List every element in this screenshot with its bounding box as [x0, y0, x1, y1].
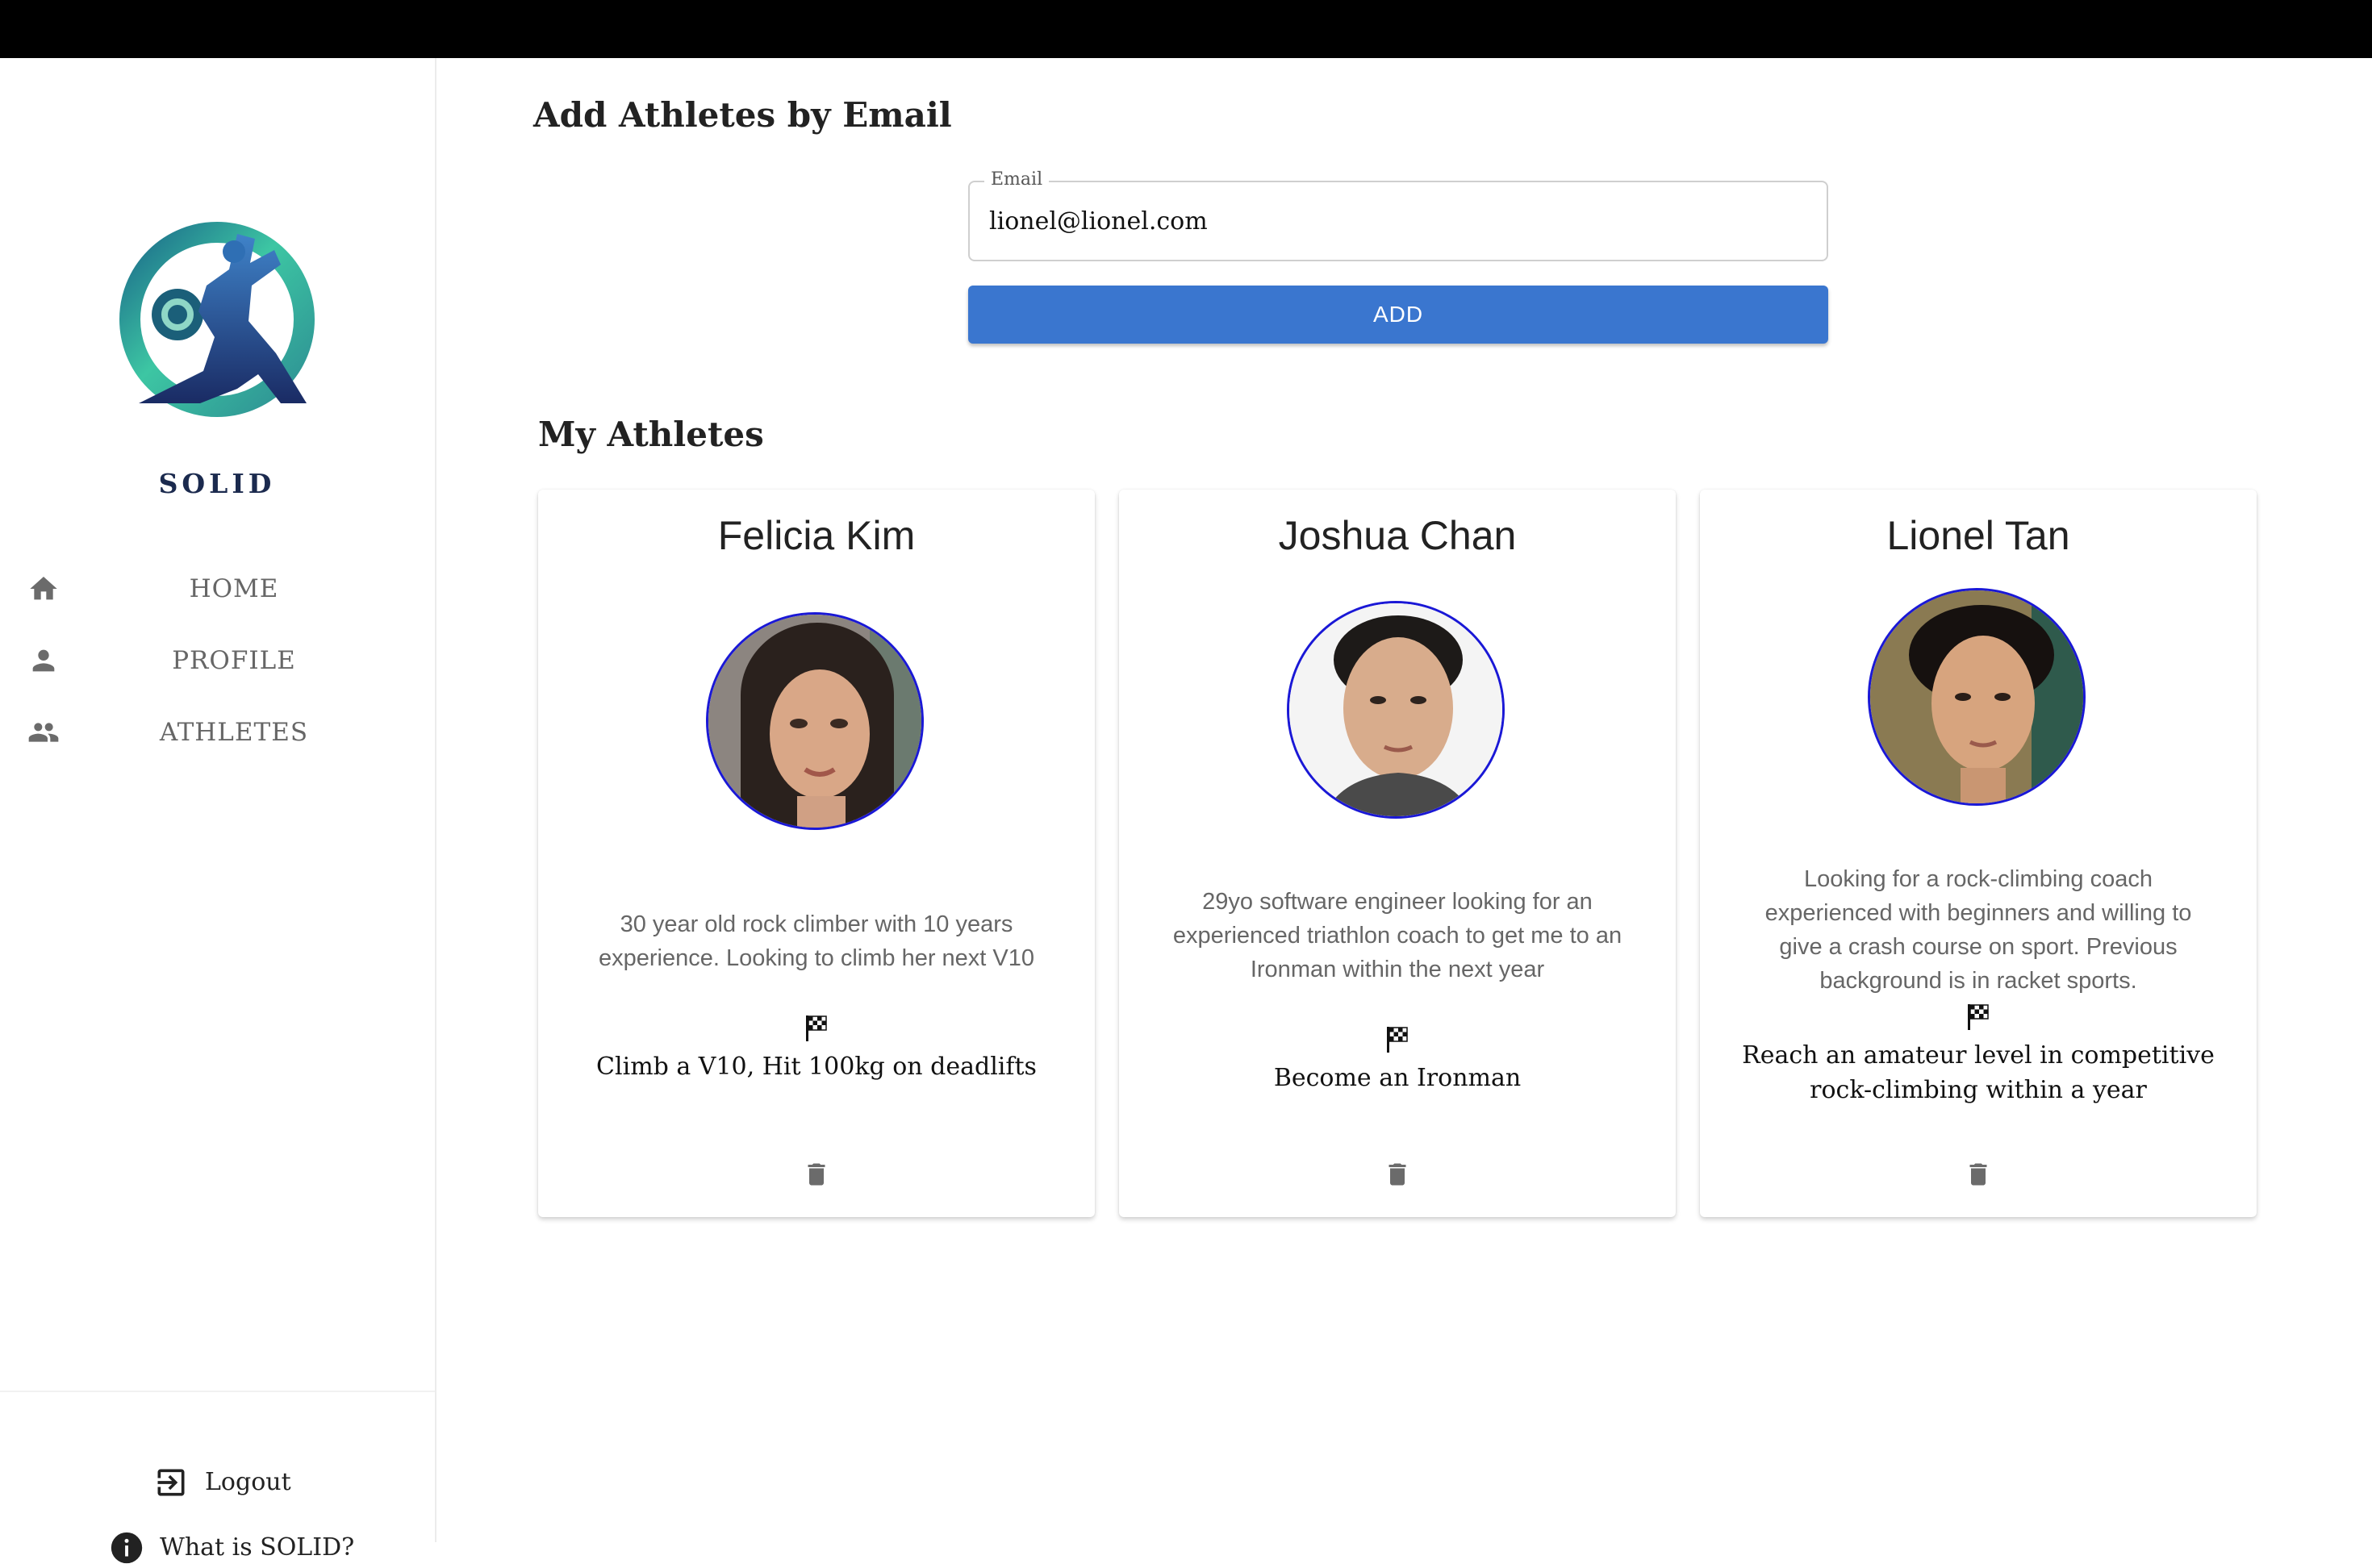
email-label: Email [984, 169, 1050, 190]
nav-item-profile[interactable]: PROFILE [0, 628, 435, 693]
person-icon [32, 649, 55, 672]
athlete-card: Lionel Tan Looking for a rock-climbing c… [1700, 490, 2257, 1217]
avatar [706, 612, 924, 830]
top-bar [0, 0, 2372, 58]
avatar [1868, 588, 2086, 806]
group-icon [28, 723, 59, 742]
add-athlete-button[interactable]: ADD [968, 286, 1828, 344]
sidebar-divider [0, 1391, 435, 1392]
athlete-photo [1870, 590, 2083, 803]
home-icon [30, 577, 57, 600]
brand-logo[interactable]: SOLID [108, 216, 326, 523]
athlete-name: Joshua Chan [1278, 513, 1517, 558]
info-icon [111, 1532, 143, 1564]
athlete-name: Lionel Tan [1886, 513, 2070, 558]
athlete-description: 30 year old rock climber with 10 years e… [598, 911, 1035, 971]
trash-icon[interactable] [1383, 1157, 1412, 1191]
avatar [1287, 601, 1505, 819]
athlete-goal: Reach an amateur level in competitive ro… [1742, 1041, 2215, 1104]
athlete-logo-icon [119, 222, 315, 417]
nav-label-home: HOME [189, 574, 279, 603]
nav-item-athletes[interactable]: ATHLETES [0, 700, 435, 765]
checkered-flag-icon [806, 1015, 827, 1041]
email-field[interactable] [989, 198, 1804, 244]
athlete-photo [1289, 603, 1502, 816]
about-label: What is SOLID? [160, 1533, 355, 1562]
nav-item-home[interactable]: HOME [0, 557, 435, 621]
sidebar: SOLID HOME PROFILE ATHLETES Logout What … [0, 58, 436, 1564]
email-field-wrapper: Email [968, 169, 1828, 261]
athlete-name: Felicia Kim [717, 513, 916, 558]
checkered-flag-icon [1387, 1027, 1408, 1053]
athlete-description: 29yo software engineer looking for an ex… [1172, 889, 1622, 982]
nav-label-profile: PROFILE [172, 646, 296, 675]
athlete-description: Looking for a rock-climbing coach experi… [1764, 866, 2192, 994]
my-athletes-title: My Athletes [538, 415, 764, 454]
athlete-photo [708, 615, 921, 828]
checkered-flag-icon [1968, 1004, 1989, 1030]
brand-name: SOLID [158, 468, 276, 499]
add-athletes-title: Add Athletes by Email [533, 95, 952, 135]
trash-icon[interactable] [802, 1157, 831, 1191]
athlete-goal: Become an Ironman [1273, 1064, 1522, 1092]
trash-icon[interactable] [1964, 1157, 1993, 1191]
athlete-card: Joshua Chan 29yo software engineer looki… [1119, 490, 1676, 1217]
nav-label-athletes: ATHLETES [159, 718, 309, 747]
athlete-card: Felicia Kim 30 year old rock climber wit… [538, 490, 1095, 1217]
athlete-goal: Climb a V10, Hit 100kg on deadlifts [596, 1053, 1037, 1081]
logout-label: Logout [205, 1468, 291, 1496]
logout-icon [157, 1469, 185, 1496]
